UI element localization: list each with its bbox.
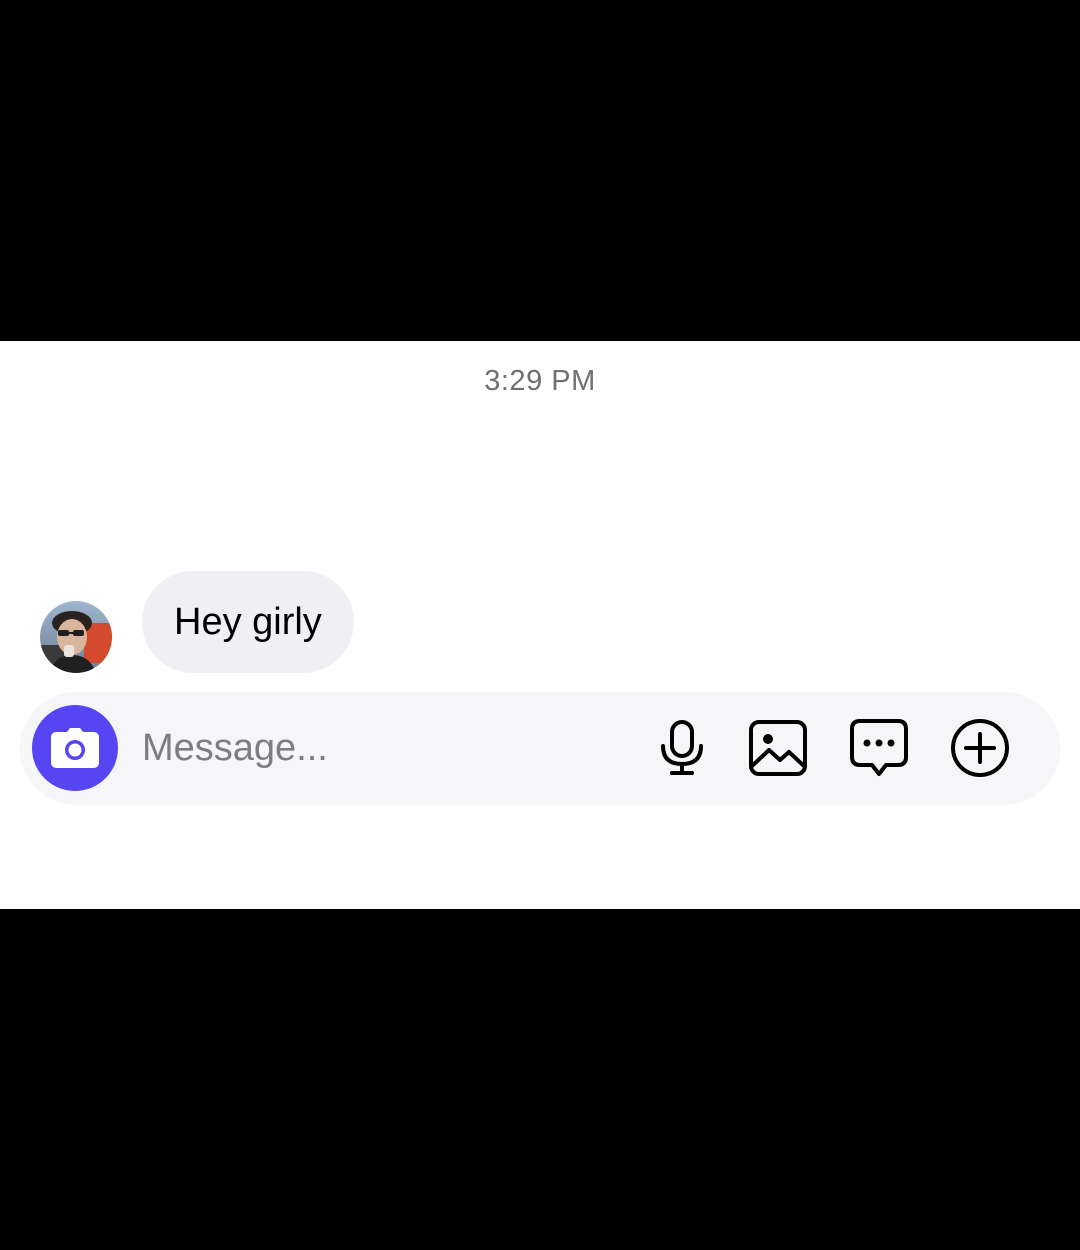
message-input[interactable] xyxy=(142,720,622,776)
image-icon xyxy=(749,720,807,776)
plus-circle-icon xyxy=(951,719,1009,777)
chat-bubble-dots-icon xyxy=(850,719,908,776)
message-timestamp: 3:29 PM xyxy=(484,365,596,397)
letterbox-bottom xyxy=(0,909,1080,1250)
avatar[interactable] xyxy=(40,601,112,673)
chat-area: 3:29 PM Hey girly Message... xyxy=(0,341,1080,909)
microphone-icon xyxy=(661,720,703,775)
letterbox-top xyxy=(0,0,1080,341)
sticker-button[interactable] xyxy=(849,718,909,778)
camera-button[interactable] xyxy=(32,705,118,791)
message-composer xyxy=(20,692,1060,804)
camera-icon xyxy=(51,728,99,768)
avatar-image xyxy=(40,601,112,673)
received-message-row: Hey girly xyxy=(40,571,354,673)
more-options-button[interactable] xyxy=(950,718,1010,778)
gallery-button[interactable] xyxy=(748,718,808,778)
message-bubble[interactable]: Hey girly xyxy=(142,571,354,673)
voice-message-button[interactable] xyxy=(652,718,712,778)
